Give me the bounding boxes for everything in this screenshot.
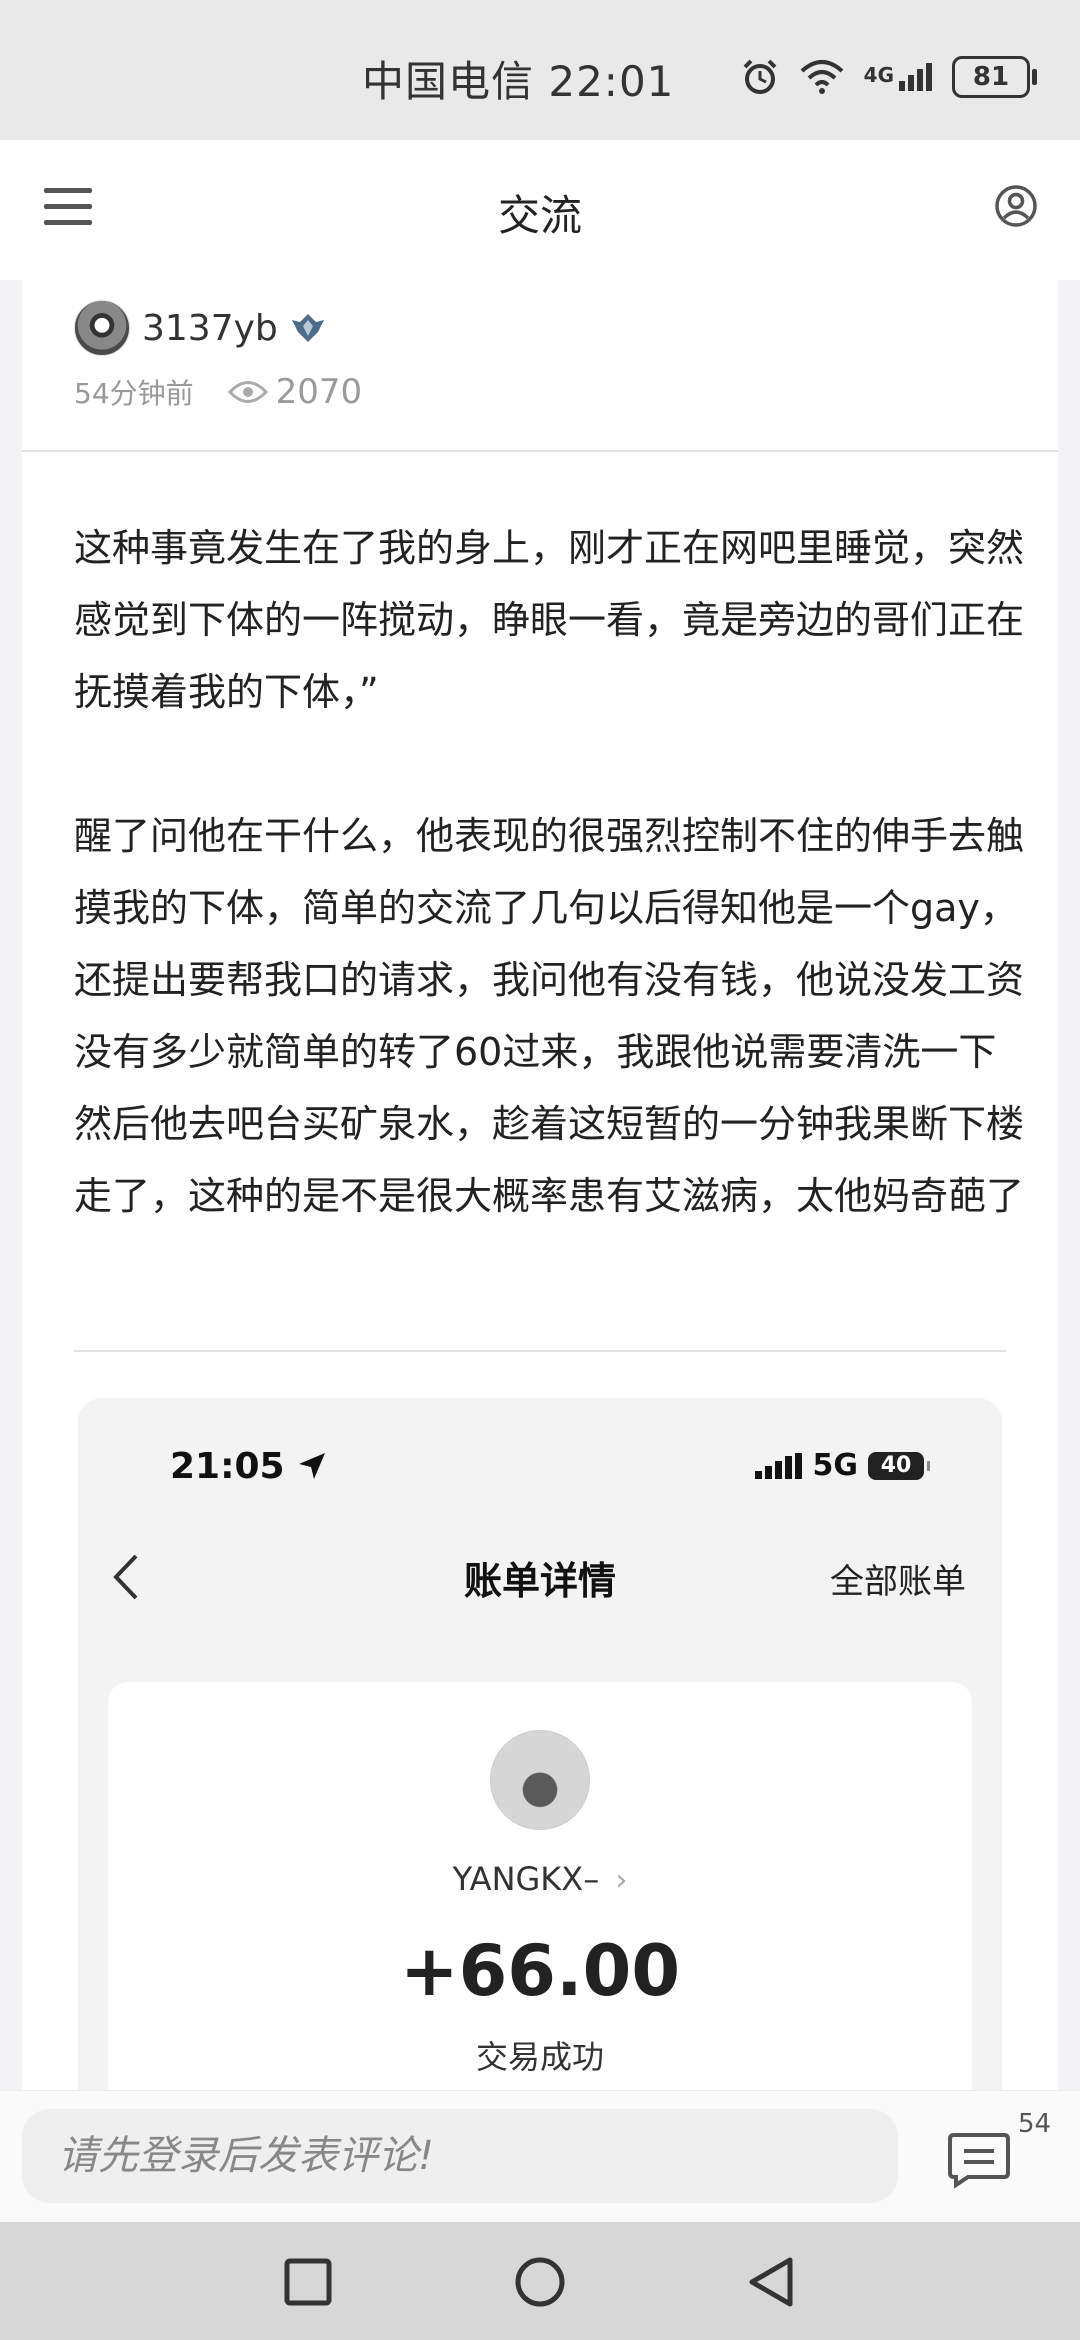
embedded-time-text: 21:05	[170, 1446, 285, 1487]
post-author[interactable]: 3137yb	[74, 300, 326, 356]
comment-count: 54	[1018, 2109, 1052, 2139]
wifi-icon	[800, 60, 843, 94]
recent-apps-icon[interactable]	[278, 2252, 338, 2312]
payer-name: YANGKX– ›	[108, 1860, 972, 1898]
bill-amount: +66.00	[399, 1930, 681, 2012]
comment-input[interactable]: 请先登录后发表评论!	[22, 2109, 898, 2203]
back-icon[interactable]	[742, 2252, 802, 2312]
payer-name-text: YANGKX–	[452, 1860, 600, 1898]
location-arrow-icon	[299, 1453, 326, 1479]
alarm-icon	[743, 59, 777, 94]
embedded-network: 5G	[812, 1448, 859, 1483]
payer-avatar	[490, 1730, 590, 1830]
bill-status: 交易成功	[475, 2038, 604, 2076]
post-body: 这种事竟发生在了我的身上，刚才正在网吧里睡觉，突然感觉到下体的一阵搅动，睁眼一看…	[74, 512, 1026, 1304]
embedded-status-icons: 5G 40	[754, 1448, 930, 1483]
signal-dots-icon	[754, 1452, 802, 1479]
eye-icon	[227, 381, 268, 403]
carrier-time: 中国电信 22:01	[362, 57, 675, 106]
home-icon[interactable]	[510, 2252, 570, 2312]
battery-indicator: 81	[952, 56, 1037, 98]
post-meta: 54分钟前 2070	[74, 372, 362, 412]
view-count: 2070	[275, 372, 363, 412]
embedded-time: 21:05	[170, 1446, 327, 1487]
status-icons: 4G 81	[740, 56, 1037, 98]
embedded-screenshot[interactable]: 21:05 5G 40 账单详情 全部账单 YANGKX– › +66.00 交…	[78, 1398, 1002, 2090]
post-paragraph: 这种事竟发生在了我的身上，刚才正在网吧里睡觉，突然感觉到下体的一阵搅动，睁眼一看…	[74, 526, 1025, 714]
system-nav-bar	[0, 2222, 1080, 2340]
bill-card: YANGKX– › +66.00 交易成功	[108, 1682, 972, 2090]
avatar[interactable]	[74, 300, 130, 356]
user-profile-icon[interactable]	[994, 184, 1038, 228]
page-title: 交流	[497, 191, 582, 240]
embedded-battery: 40	[868, 1451, 930, 1480]
divider	[74, 1350, 1006, 1352]
post-time: 54分钟前	[74, 377, 194, 410]
level-badge-icon	[291, 314, 324, 342]
chevron-right-icon: ›	[615, 1863, 628, 1898]
signal-icon: 4G	[864, 63, 932, 91]
app-header: 交流	[0, 140, 1080, 280]
comment-bar: 请先登录后发表评论! 54	[0, 2090, 1080, 2223]
post-content: 3137yb 54分钟前 2070 这种事竟发生在了我的身上，刚才正在网吧里睡觉…	[22, 280, 1058, 2090]
post-paragraph: 醒了问他在干什么，他表现的很强烈控制不住的伸手去触摸我的下体，简单的交流了几句以…	[74, 814, 1025, 1218]
comment-icon[interactable]	[946, 2129, 1012, 2189]
status-bar: 中国电信 22:01 4G 81	[0, 0, 1080, 140]
divider	[22, 450, 1058, 452]
embedded-all-bills: 全部账单	[830, 1562, 966, 1602]
author-name[interactable]: 3137yb	[142, 308, 278, 349]
network-type: 4G	[863, 63, 894, 87]
